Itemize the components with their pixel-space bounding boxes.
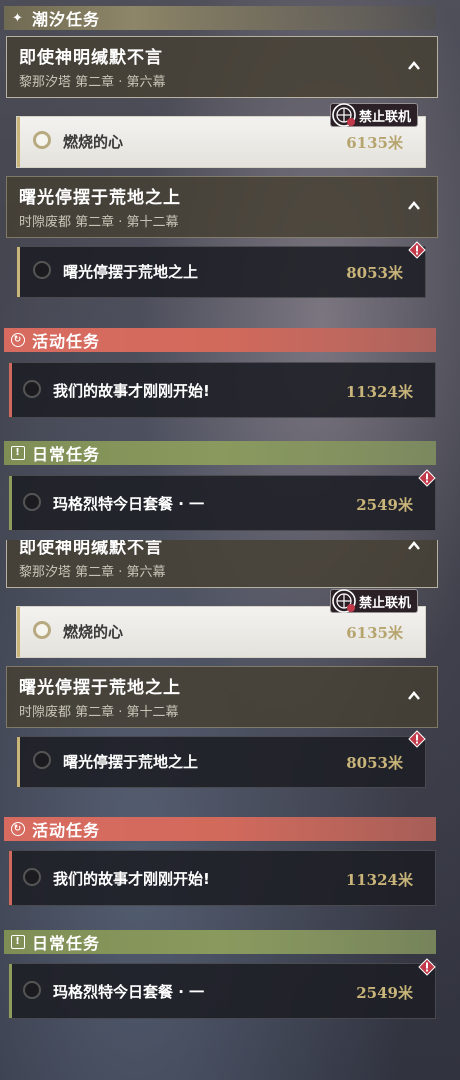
alert-diamond-icon [408,730,426,748]
task-card-dawn-halted[interactable]: 曙光停摆于荒地之上 8053米 [16,736,426,788]
alert-diamond-icon [418,958,436,976]
sparkle-icon: ✦ [12,10,24,26]
task-distance: 11324米 [345,383,413,401]
task-distance: 8053米 [346,754,403,772]
task-status-circle [23,380,41,398]
task-accent-bar [9,964,12,1018]
chevron-up-icon[interactable] [407,59,421,73]
alert-diamond-icon [418,469,436,487]
section-event-label: 活动任务 [32,332,101,351]
chapter-1-title: 即使神明缄默不言 [19,540,163,558]
chapter-2-subtitle: 时隙废都 第二章 · 第十二幕 [19,215,179,230]
task-card-dawn-halted[interactable]: 曙光停摆于荒地之上 8053米 [16,246,426,298]
task-card-margaret-meal[interactable]: 玛格烈特今日套餐 · 一 2549米 [8,475,436,531]
section-daily-header: ! 日常任务 [4,930,436,954]
task-name: 燃烧的心 [63,623,124,641]
chevron-up-icon[interactable] [407,540,421,553]
task-distance: 2549米 [356,496,413,514]
task-distance: 6135米 [346,624,403,642]
no-coop-badge: 禁止联机 [330,103,419,127]
chapter-card-2[interactable]: 曙光停摆于荒地之上 时隙废都 第二章 · 第十二幕 [6,666,438,728]
no-coop-icon [332,103,356,127]
task-accent-bar [17,247,20,297]
task-name: 曙光停摆于荒地之上 [63,263,199,281]
task-status-circle [23,981,41,999]
no-coop-label: 禁止联机 [359,595,412,611]
chevron-up-icon[interactable] [407,689,421,703]
refresh-icon: ↻ [10,821,26,837]
task-status-circle [33,621,51,639]
exclamation-box-icon: ! [10,934,26,950]
task-distance: 8053米 [346,264,403,282]
chevron-up-icon[interactable] [407,199,421,213]
task-card-burning-heart[interactable]: 燃烧的心 6135米 [16,606,426,658]
task-status-circle [33,261,51,279]
task-card-our-story[interactable]: 我们的故事才刚刚开始! 11324米 [8,850,436,906]
section-tide-label: 潮汐任务 [32,10,101,29]
no-coop-label: 禁止联机 [359,109,412,125]
section-event-header: ↻ 活动任务 [4,817,436,841]
task-distance: 6135米 [346,134,403,152]
task-name: 玛格烈特今日套餐 · 一 [53,983,205,1001]
chapter-1-subtitle: 黎那汐塔 第二章 · 第六幕 [19,565,166,580]
exclamation-box-icon: ! [10,445,26,461]
task-name: 曙光停摆于荒地之上 [63,753,199,771]
section-daily-header: ! 日常任务 [4,441,436,465]
task-accent-bar [17,117,20,167]
no-coop-badge: 禁止联机 [330,589,419,613]
task-status-circle [23,493,41,511]
refresh-icon: ↻ [10,332,26,348]
task-status-circle [33,131,51,149]
task-card-our-story[interactable]: 我们的故事才刚刚开始! 11324米 [8,362,436,418]
task-name: 我们的故事才刚刚开始! [53,870,210,888]
chapter-card-2[interactable]: 曙光停摆于荒地之上 时隙废都 第二章 · 第十二幕 [6,176,438,238]
chapter-2-subtitle: 时隙废都 第二章 · 第十二幕 [19,705,179,720]
task-name: 我们的故事才刚刚开始! [53,382,210,400]
section-daily-label: 日常任务 [32,934,101,953]
section-event-label: 活动任务 [32,821,101,840]
task-accent-bar [9,851,12,905]
section-daily-label: 日常任务 [32,445,101,464]
task-status-circle [33,751,51,769]
task-name: 玛格烈特今日套餐 · 一 [53,495,205,513]
no-coop-icon [332,589,356,613]
task-status-circle [23,868,41,886]
task-distance: 11324米 [345,871,413,889]
task-accent-bar [9,476,12,530]
chapter-1-subtitle: 黎那汐塔 第二章 · 第六幕 [19,75,166,90]
task-accent-bar [17,607,20,657]
task-name: 燃烧的心 [63,133,124,151]
quest-panel-top: ✦ 潮汐任务 即使神明缄默不言 黎那汐塔 第二章 · 第六幕 燃烧的心 6135… [0,0,460,540]
task-accent-bar [17,737,20,787]
quest-panel-bottom: 即使神明缄默不言 黎那汐塔 第二章 · 第六幕 燃烧的心 6135米 禁止联机 … [0,540,460,1080]
chapter-card-1[interactable]: 即使神明缄默不言 黎那汐塔 第二章 · 第六幕 [6,36,438,98]
chapter-2-title: 曙光停摆于荒地之上 [19,678,181,698]
alert-diamond-icon [408,241,426,259]
chapter-card-1[interactable]: 即使神明缄默不言 黎那汐塔 第二章 · 第六幕 [6,540,438,588]
section-event-header: ↻ 活动任务 [4,328,436,352]
task-accent-bar [9,363,12,417]
task-card-margaret-meal[interactable]: 玛格烈特今日套餐 · 一 2549米 [8,963,436,1019]
chapter-2-title: 曙光停摆于荒地之上 [19,188,181,208]
section-tide-header: ✦ 潮汐任务 [4,6,436,30]
chapter-1-title: 即使神明缄默不言 [19,48,163,68]
task-distance: 2549米 [356,984,413,1002]
